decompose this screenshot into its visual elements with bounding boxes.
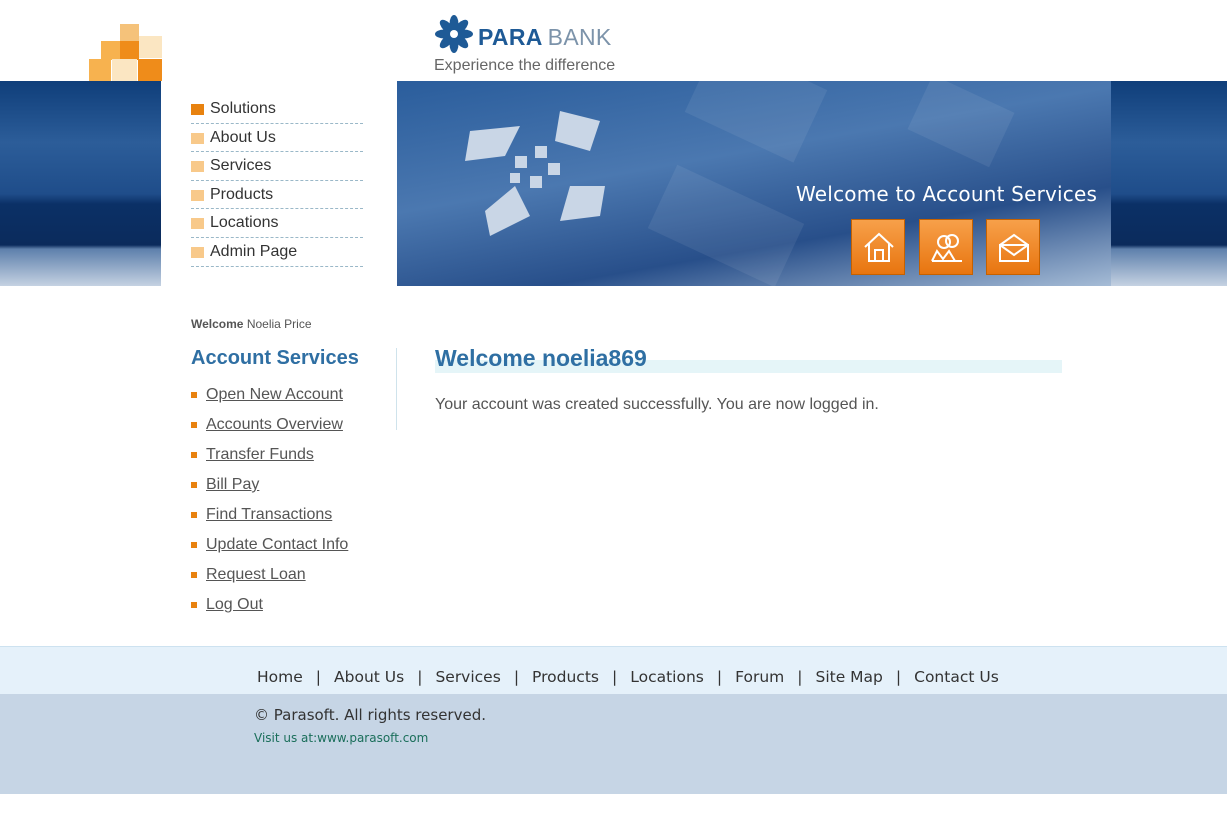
request-loan-link[interactable]: Request Loan — [206, 566, 306, 584]
footer-info-band — [0, 694, 1227, 794]
nav-bullet-icon — [191, 161, 204, 173]
top-nav-item-services[interactable]: Services — [191, 152, 363, 181]
welcome-label: Welcome — [191, 317, 244, 331]
top-nav-label: Services — [210, 157, 272, 175]
copyright-text: © Parasoft. All rights reserved. — [254, 706, 486, 724]
user-name: Noelia Price — [246, 317, 312, 331]
contact-icon — [999, 233, 1029, 262]
footer-separator: | — [315, 668, 322, 686]
nav-bullet-icon — [191, 246, 204, 258]
logo-blocks — [88, 24, 164, 82]
home-icon — [864, 232, 894, 262]
bullet-icon — [191, 392, 197, 398]
bullet-icon — [191, 482, 197, 488]
bullet-icon — [191, 602, 197, 608]
find-transactions-link[interactable]: Find Transactions — [206, 506, 332, 524]
footer-link-forum[interactable]: Forum — [735, 668, 784, 686]
accounts-overview-link[interactable]: Accounts Overview — [206, 416, 343, 434]
about-icon — [931, 234, 962, 262]
bullet-icon — [191, 542, 197, 548]
parasoft-link[interactable]: www.parasoft.com — [317, 731, 428, 745]
about-button[interactable] — [919, 219, 973, 275]
footer-separator: | — [417, 668, 423, 686]
top-nav-item-about-us[interactable]: About Us — [191, 124, 363, 153]
home-button[interactable] — [851, 219, 905, 275]
top-nav-item-products[interactable]: Products — [191, 181, 363, 210]
footer-link-locations[interactable]: Locations — [630, 668, 704, 686]
top-nav-label: Solutions — [210, 100, 276, 117]
footer-separator: | — [797, 668, 803, 686]
visit-us: Visit us at:www.parasoft.com — [254, 731, 428, 745]
success-message: Your account was created successfully. Y… — [435, 396, 879, 413]
visit-label: Visit us at: — [254, 731, 318, 745]
welcome-user: Welcome Noelia Price — [191, 317, 312, 331]
footer-separator: | — [513, 668, 520, 686]
footer-nav: Home | About Us | Services | Products | Location… — [257, 668, 999, 686]
update-contact-info-link[interactable]: Update Contact Info — [206, 536, 348, 554]
bill-pay-link[interactable]: Bill Pay — [206, 476, 259, 494]
top-nav: Solutions About Us Services Products Loc… — [191, 95, 363, 267]
pinwheel-icon — [435, 15, 473, 53]
banner-welcome-text: Welcome to Account Services — [796, 182, 1098, 206]
footer-link-products[interactable]: Products — [532, 668, 599, 686]
bullet-icon — [191, 422, 197, 428]
page-title: Welcome noelia869 — [435, 345, 647, 371]
top-nav-item-locations[interactable]: Locations — [191, 209, 363, 238]
footer-link-contact-us[interactable]: Contact Us — [914, 668, 999, 686]
nav-bullet-icon — [191, 132, 204, 144]
footer-separator: | — [716, 668, 723, 686]
brand-name: PARA BANK — [478, 24, 612, 51]
bullet-icon — [191, 512, 197, 518]
nav-bullet-icon — [191, 189, 204, 201]
top-nav-label: About Us — [210, 128, 276, 146]
top-nav-label: Products — [210, 185, 274, 203]
top-nav-item-admin-page[interactable]: Admin Page — [191, 238, 363, 267]
brand-name-light: BANK — [547, 24, 612, 50]
bullet-icon — [191, 452, 197, 458]
top-nav-label: Admin Page — [210, 242, 298, 260]
nav-bullet-icon — [191, 104, 204, 115]
top-nav-label: Locations — [210, 214, 279, 232]
footer-link-services[interactable]: Services — [435, 668, 500, 686]
tagline: Experience the difference — [434, 57, 616, 74]
account-services-title: Account Services — [191, 347, 359, 369]
open-new-account-link[interactable]: Open New Account — [206, 386, 343, 404]
footer-link-about-us[interactable]: About Us — [334, 668, 404, 686]
top-nav-item-solutions[interactable]: Solutions — [191, 95, 363, 124]
footer-link-home[interactable]: Home — [257, 668, 303, 686]
banner-graphic-icon — [465, 111, 605, 236]
log-out-link[interactable]: Log Out — [206, 596, 263, 614]
footer-link-site-map[interactable]: Site Map — [815, 668, 882, 686]
footer-separator: | — [895, 668, 902, 686]
sidebar-divider — [396, 348, 397, 430]
contact-button[interactable] — [986, 219, 1040, 275]
footer-separator: | — [611, 668, 618, 686]
nav-bullet-icon — [191, 218, 204, 230]
parabank-logo[interactable]: PARA BANK — [434, 14, 634, 54]
bullet-icon — [191, 572, 197, 578]
transfer-funds-link[interactable]: Transfer Funds — [206, 446, 314, 464]
brand-name-bold: PARA — [478, 24, 543, 50]
